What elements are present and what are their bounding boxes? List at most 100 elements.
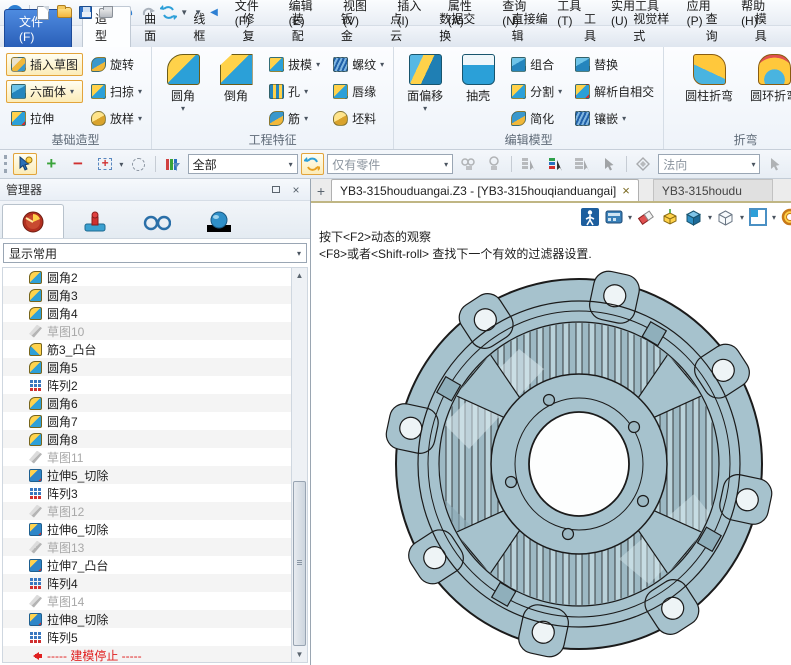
tree-item[interactable]: 圆角8 — [3, 430, 307, 448]
shell-button[interactable]: 抽壳 — [453, 50, 503, 135]
shaded-cube-icon[interactable] — [684, 207, 704, 227]
divide-button[interactable]: 分割▾ — [506, 80, 567, 103]
chain-pick2-icon[interactable] — [483, 153, 507, 175]
ribbon-tab[interactable]: 修复 — [230, 6, 279, 47]
draft-button[interactable]: 拔模▾ — [264, 53, 325, 76]
fillet-button[interactable]: 圆角▾ — [158, 50, 208, 135]
tree-item[interactable]: ----- 建模停止 ----- — [3, 646, 307, 663]
pick-from-list-icon[interactable] — [517, 153, 541, 175]
box-button[interactable]: 六面体▾ — [6, 80, 83, 103]
stock-button[interactable]: 坯料 — [328, 107, 389, 130]
ring-tool-icon[interactable] — [780, 207, 791, 227]
tab-history-manager[interactable] — [2, 204, 64, 238]
toolbar-grip[interactable] — [4, 155, 7, 173]
ribbon-tab[interactable]: 工具 — [571, 6, 620, 47]
pick-filter-combobox[interactable]: 仅有零件▾ — [327, 154, 453, 174]
thread-button[interactable]: 螺纹▾ — [328, 53, 389, 76]
sweep-button[interactable]: 扫掠▾ — [86, 80, 147, 103]
viewport[interactable]: + YB3-315houduangai.Z3 - [YB3-315houqian… — [311, 179, 791, 665]
tab-constraint-manager[interactable] — [64, 204, 126, 238]
tree-item[interactable]: 阵列5 — [3, 628, 307, 646]
datum-box-icon[interactable] — [660, 207, 680, 227]
tab-material-manager[interactable] — [188, 204, 250, 238]
toroidal-bend-button[interactable]: 圆环折弯 — [743, 50, 791, 135]
wireframe-dropdown[interactable]: ▾ — [740, 213, 744, 222]
filter-combobox[interactable]: 全部▾ — [188, 154, 298, 174]
tree-item[interactable]: 圆角6 — [3, 394, 307, 412]
tree-item[interactable]: 拉伸6_切除 — [3, 520, 307, 538]
tree-item[interactable]: 阵列2 — [3, 376, 307, 394]
tree-item[interactable]: 草图14 — [3, 592, 307, 610]
scroll-down-icon[interactable]: ▼ — [292, 647, 307, 662]
tree-item[interactable]: 阵列4 — [3, 574, 307, 592]
ribbon-tab[interactable]: 数据交换 — [426, 6, 498, 47]
view-layout-dropdown[interactable]: ▾ — [772, 213, 776, 222]
pick-all-list-icon[interactable] — [570, 153, 594, 175]
chain-pick-icon[interactable] — [456, 153, 480, 175]
loft-button[interactable]: 放样▾ — [86, 107, 147, 130]
tree-item[interactable]: 圆角3 — [3, 286, 307, 304]
refresh-filter-button[interactable] — [301, 153, 325, 175]
tree-item[interactable]: 草图11 — [3, 448, 307, 466]
pick-cursor-button[interactable] — [13, 153, 37, 175]
3d-model-end-cap[interactable] — [320, 267, 782, 663]
document-tab-inactive[interactable]: YB3-315houdu — [653, 179, 773, 201]
filter-icon[interactable] — [161, 153, 185, 175]
ribbon-tab[interactable]: 直接编辑 — [499, 6, 571, 47]
document-tab-active[interactable]: YB3-315houduangai.Z3 - [YB3-315houqiandu… — [331, 179, 639, 201]
tree-item[interactable]: 阵列3 — [3, 484, 307, 502]
cursor-plain-icon[interactable] — [597, 153, 621, 175]
tree-item[interactable]: 拉伸5_切除 — [3, 466, 307, 484]
rib-button[interactable]: 筋▾ — [264, 107, 325, 130]
tree-item[interactable]: 圆角7 — [3, 412, 307, 430]
ribbon-tab[interactable]: 曲面 — [131, 6, 180, 47]
tree-item[interactable]: 草图12 — [3, 502, 307, 520]
lip-button[interactable]: 唇缘 — [328, 80, 389, 103]
render-mode-icon[interactable] — [604, 207, 624, 227]
revolve-button[interactable]: 旋转 — [86, 53, 147, 76]
ribbon-tab[interactable]: 视觉样式 — [620, 6, 692, 47]
ribbon-tab[interactable]: 线框 — [180, 6, 229, 47]
hole-button[interactable]: 孔▾ — [264, 80, 325, 103]
ribbon-tab[interactable]: 模具 — [742, 6, 791, 47]
window-select-dropdown[interactable]: ▾ — [119, 160, 123, 169]
view-layout-icon[interactable] — [748, 207, 768, 227]
tab-visibility-manager[interactable] — [126, 204, 188, 238]
render-mode-dropdown[interactable]: ▾ — [628, 213, 632, 222]
scroll-up-icon[interactable]: ▲ — [292, 268, 307, 283]
orientation-combobox[interactable]: 法向▾ — [658, 154, 760, 174]
eraser-icon[interactable] — [636, 207, 656, 227]
tree-item[interactable]: 草图13 — [3, 538, 307, 556]
resolve-self-intersect-button[interactable]: 解析自相交 — [570, 80, 659, 103]
manager-close-button[interactable]: × — [288, 183, 304, 197]
tree-item[interactable]: 筋3_凸台 — [3, 340, 307, 358]
new-document-tab-button[interactable]: + — [311, 181, 331, 201]
combine-button[interactable]: 组合 — [506, 53, 567, 76]
manager-restore-button[interactable] — [268, 183, 284, 197]
tree-item[interactable]: 圆角4 — [3, 304, 307, 322]
ribbon-tab[interactable]: 点云 — [377, 6, 426, 47]
add-selection-button[interactable]: + — [40, 153, 64, 175]
tree-item[interactable]: 圆角2 — [3, 268, 307, 286]
cursor-end-icon[interactable] — [763, 153, 787, 175]
window-select-button[interactable] — [93, 153, 117, 175]
exit-walk-icon[interactable] — [580, 207, 600, 227]
display-mode-dropdown[interactable]: ▾ — [708, 213, 712, 222]
tree-view-dropdown[interactable]: 显示常用▾ — [3, 243, 307, 263]
insert-sketch-button[interactable]: 插入草图 — [6, 53, 83, 76]
tree-item[interactable]: 拉伸8_切除 — [3, 610, 307, 628]
tree-scrollbar[interactable]: ▲ ▼ — [291, 268, 307, 662]
face-offset-button[interactable]: 面偏移▾ — [400, 50, 450, 135]
pick-from-list-colored-icon[interactable] — [544, 153, 568, 175]
ribbon-tab[interactable]: 钣金 — [328, 6, 377, 47]
close-tab-icon[interactable]: × — [622, 183, 630, 198]
ribbon-tab[interactable]: 查询 — [693, 6, 742, 47]
chamfer-button[interactable]: 倒角 — [211, 50, 261, 135]
lasso-select-button[interactable] — [126, 153, 150, 175]
cylindrical-bend-button[interactable]: 圆柱折弯 — [678, 50, 740, 135]
remove-selection-button[interactable]: − — [66, 153, 90, 175]
scroll-thumb[interactable] — [293, 481, 306, 646]
wireframe-cube-icon[interactable] — [716, 207, 736, 227]
extrude-button[interactable]: 拉伸 — [6, 107, 83, 130]
replace-button[interactable]: 替换 — [570, 53, 659, 76]
